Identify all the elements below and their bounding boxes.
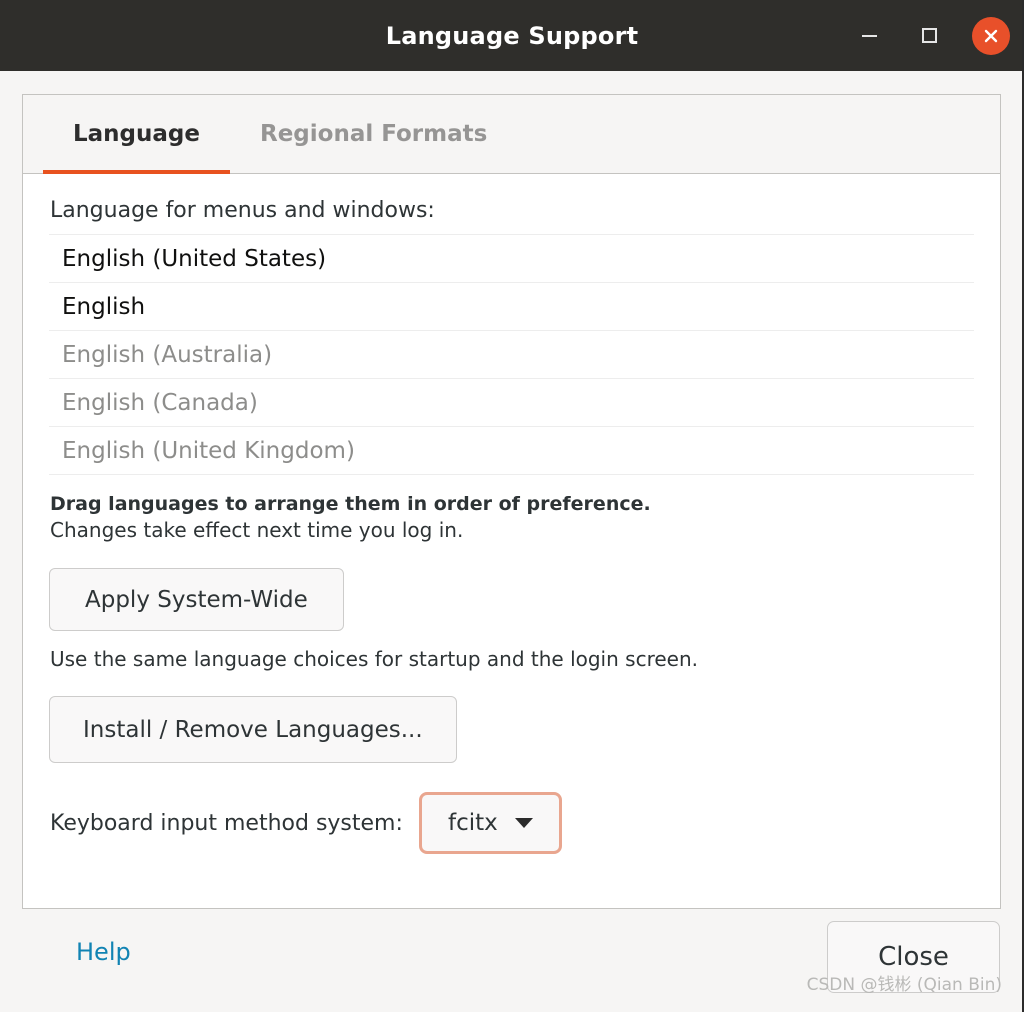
language-name: English (United Kingdom) (62, 437, 355, 464)
language-name: English (62, 293, 146, 320)
tab-language[interactable]: Language (43, 95, 230, 175)
apply-system-wide-button[interactable]: Apply System-Wide (49, 568, 344, 631)
list-item[interactable]: English (Australia) (49, 331, 974, 379)
language-list-label: Language for menus and windows: (50, 198, 435, 223)
help-link[interactable]: Help (76, 938, 131, 966)
maximize-icon (921, 28, 937, 43)
close-window-button[interactable] (972, 16, 1010, 55)
maximize-button[interactable] (912, 19, 946, 53)
language-name: English (Australia) (62, 341, 273, 368)
language-support-window: Language Support Language Regional Forma… (0, 0, 1024, 1012)
language-list[interactable]: English (United States) English English … (49, 234, 974, 475)
input-method-row: Keyboard input method system: fcitx (49, 792, 974, 854)
list-item[interactable]: English (United States) (49, 235, 974, 283)
install-remove-languages-label: Install / Remove Languages... (83, 716, 423, 743)
apply-caption: Use the same language choices for startu… (50, 647, 698, 671)
tab-bar: Language Regional Formats (23, 95, 1000, 175)
close-icon (984, 29, 998, 42)
watermark: CSDN @钱彬 (Qian Bin) (806, 975, 1002, 995)
list-item[interactable]: English (Canada) (49, 379, 974, 427)
minimize-icon (861, 34, 877, 37)
list-item[interactable]: English (United Kingdom) (49, 427, 974, 475)
language-name: English (United States) (62, 245, 327, 272)
notebook-panel: Language Regional Formats Language for m… (22, 94, 1001, 909)
tab-regional-formats-label: Regional Formats (259, 121, 488, 147)
minimize-button[interactable] (852, 19, 886, 53)
close-dialog-label: Close (878, 942, 949, 972)
drag-hint: Drag languages to arrange them in order … (50, 493, 651, 515)
install-remove-languages-button[interactable]: Install / Remove Languages... (49, 696, 457, 763)
apply-system-wide-label: Apply System-Wide (85, 586, 308, 613)
chevron-down-icon (514, 818, 533, 828)
input-method-label: Keyboard input method system: (50, 810, 403, 836)
window-controls (852, 0, 1010, 71)
window-title: Language Support (385, 21, 639, 50)
tab-language-label: Language (73, 121, 200, 147)
list-item[interactable]: English (49, 283, 974, 331)
tab-regional-formats[interactable]: Regional Formats (230, 95, 517, 174)
language-name: English (Canada) (62, 389, 258, 416)
input-method-dropdown[interactable]: fcitx (418, 792, 562, 854)
input-method-value: fcitx (448, 810, 498, 836)
language-tab-content: Language for menus and windows: English … (23, 174, 1000, 908)
changes-hint: Changes take effect next time you log in… (50, 518, 464, 542)
titlebar: Language Support (0, 0, 1022, 71)
